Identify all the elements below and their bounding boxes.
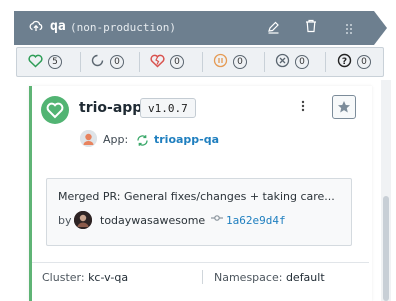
- progress-circle-icon: [90, 53, 105, 72]
- favorite-button[interactable]: [332, 95, 356, 119]
- heart-icon: [28, 53, 43, 72]
- app-name[interactable]: trio-app: [79, 100, 142, 116]
- namespace-label: Namespace:: [214, 271, 283, 284]
- x-circle-icon: [275, 53, 290, 72]
- status-count: 5: [48, 55, 62, 69]
- app-health-heart-icon: [41, 96, 69, 124]
- user-avatar: [74, 211, 92, 229]
- star-icon: [338, 101, 350, 113]
- divider: [264, 52, 265, 72]
- cluster-value: kc-v-qa: [88, 271, 129, 284]
- svg-text:?: ?: [342, 57, 347, 67]
- namespace-info: Namespace: default: [214, 271, 325, 284]
- commit-icon: [211, 213, 223, 226]
- app-label: App:: [103, 133, 129, 146]
- drag-handle-icon[interactable]: [345, 20, 353, 39]
- environment-subtitle: (non-production): [70, 21, 176, 34]
- card-footer-divider: [32, 262, 369, 263]
- health-status-bar: [16, 47, 384, 77]
- cloud-upload-icon: [29, 18, 43, 37]
- status-degraded[interactable]: 0: [150, 47, 184, 77]
- more-options-icon[interactable]: [301, 100, 311, 114]
- header-arrow: [374, 11, 387, 45]
- pr-author[interactable]: todaywasawesome: [100, 214, 205, 227]
- status-suspended[interactable]: 0: [213, 47, 247, 77]
- status-count: 0: [233, 55, 247, 69]
- version-badge: v1.0.7: [140, 98, 196, 118]
- pr-title: Merged PR: General fixes/changes + takin…: [58, 190, 335, 203]
- divider: [80, 52, 81, 72]
- trash-icon[interactable]: [305, 18, 317, 37]
- broken-heart-icon: [150, 53, 165, 72]
- sync-icon: [136, 132, 149, 151]
- cluster-label: Cluster:: [42, 271, 85, 284]
- status-healthy[interactable]: 5: [28, 47, 62, 77]
- pr-by-label: by: [58, 214, 72, 227]
- status-count: 0: [357, 55, 371, 69]
- divider: [325, 52, 326, 72]
- namespace-value: default: [285, 271, 325, 284]
- app-avatar: [80, 130, 97, 147]
- divider: [139, 52, 140, 72]
- status-unknown[interactable]: ? 0: [337, 47, 371, 77]
- scrollbar-thumb[interactable]: [383, 196, 389, 301]
- pause-icon: [213, 53, 228, 72]
- app-link[interactable]: trioapp-qa: [154, 133, 219, 146]
- footer-separator: [202, 270, 203, 284]
- status-progressing[interactable]: 0: [90, 47, 124, 77]
- environment-header: [14, 11, 374, 45]
- status-count: 0: [295, 55, 309, 69]
- environment-title: qa: [50, 19, 66, 34]
- divider: [202, 52, 203, 72]
- status-count: 0: [170, 55, 184, 69]
- question-icon: ?: [337, 53, 352, 72]
- cluster-info: Cluster: kc-v-qa: [42, 271, 128, 284]
- edit-icon[interactable]: [267, 19, 280, 38]
- commit-sha-link[interactable]: 1a62e9d4f: [226, 214, 286, 227]
- status-count: 0: [110, 55, 124, 69]
- status-missing[interactable]: 0: [275, 47, 309, 77]
